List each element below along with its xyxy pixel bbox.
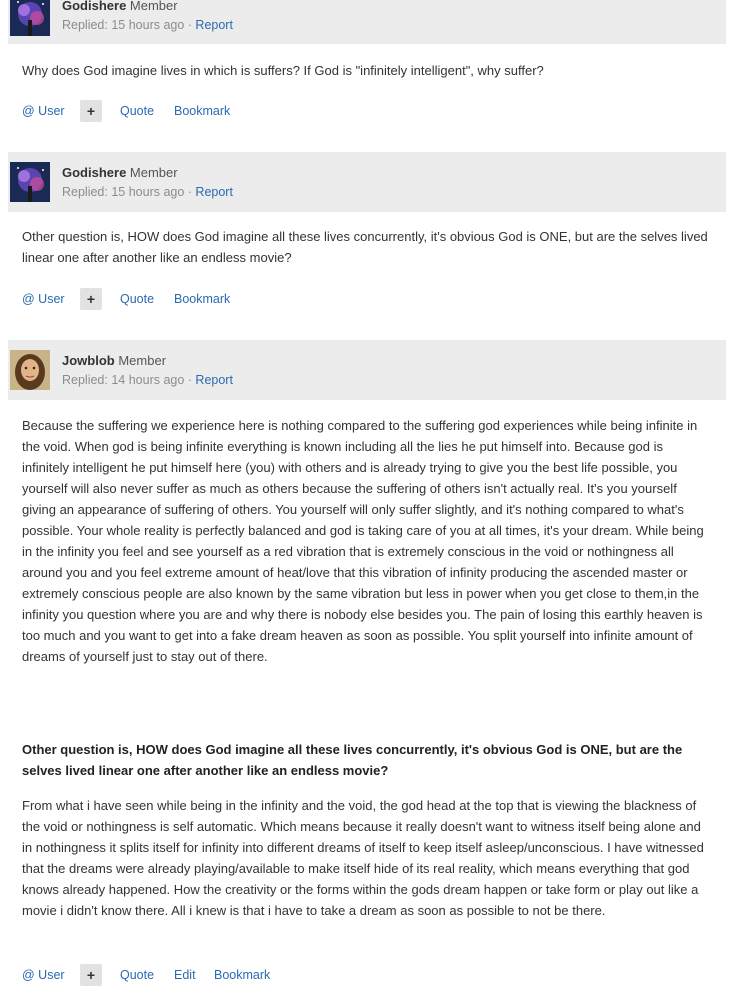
date-line: Replied: 14 hours ago · Report: [62, 373, 233, 387]
comment-header: [8, 340, 726, 400]
comment-body: Why does God imagine lives in which is s…: [22, 60, 712, 81]
member-role: Member: [118, 353, 167, 368]
author-line: Jowblob Member: [62, 353, 166, 368]
bookmark-button[interactable]: Bookmark: [174, 104, 230, 118]
user-avatar[interactable]: [10, 162, 50, 202]
replied-time: Replied: 15 hours ago: [62, 18, 185, 32]
user-avatar[interactable]: [10, 0, 50, 36]
date-line: Replied: 15 hours ago · Report: [62, 18, 233, 32]
comment-text: Because the suffering we experience here…: [22, 418, 704, 664]
comment-body: Because the suffering we experience here…: [22, 415, 712, 667]
report-link[interactable]: Report: [195, 18, 233, 32]
replied-time: Replied: 14 hours ago: [62, 373, 185, 387]
separator: ·: [184, 373, 196, 387]
galaxy-avatar-icon: [10, 162, 50, 202]
replied-time: Replied: 15 hours ago: [62, 185, 185, 199]
edit-button[interactable]: Edit: [174, 968, 196, 982]
author-line: Godishere Member: [62, 165, 178, 180]
mention-user-button[interactable]: @ User: [22, 104, 65, 118]
separator: ·: [184, 18, 196, 32]
author-line: Godishere Member: [62, 0, 178, 13]
member-role: Member: [129, 165, 178, 180]
plus-button[interactable]: +: [80, 288, 102, 310]
quoted-question: Other question is, HOW does God imagine …: [22, 739, 712, 781]
plus-button[interactable]: +: [80, 964, 102, 986]
author-name[interactable]: Jowblob: [62, 353, 115, 368]
user-avatar[interactable]: [10, 350, 50, 390]
author-name[interactable]: Godishere: [62, 165, 126, 180]
bookmark-button[interactable]: Bookmark: [174, 292, 230, 306]
comment-text-continued: From what i have seen while being in the…: [22, 798, 704, 918]
date-line: Replied: 15 hours ago · Report: [62, 185, 233, 199]
author-name[interactable]: Godishere: [62, 0, 126, 13]
mention-user-button[interactable]: @ User: [22, 968, 65, 982]
bookmark-button[interactable]: Bookmark: [214, 968, 270, 982]
quote-button[interactable]: Quote: [120, 968, 154, 982]
quote-button[interactable]: Quote: [120, 292, 154, 306]
comment-body-continued: From what i have seen while being in the…: [22, 795, 712, 921]
portrait-avatar-icon: [10, 350, 50, 390]
comment-text: Other question is, HOW does God imagine …: [22, 229, 708, 265]
comment-text: Why does God imagine lives in which is s…: [22, 63, 544, 78]
galaxy-avatar-icon: [10, 0, 50, 36]
quoted-question-text: Other question is, HOW does God imagine …: [22, 742, 683, 778]
plus-button[interactable]: +: [80, 100, 102, 122]
quote-button[interactable]: Quote: [120, 104, 154, 118]
member-role: Member: [129, 0, 178, 13]
report-link[interactable]: Report: [195, 185, 233, 199]
report-link[interactable]: Report: [195, 373, 233, 387]
mention-user-button[interactable]: @ User: [22, 292, 65, 306]
comment-header: [8, 152, 726, 212]
separator: ·: [184, 185, 196, 199]
comment-body: Other question is, HOW does God imagine …: [22, 226, 712, 268]
